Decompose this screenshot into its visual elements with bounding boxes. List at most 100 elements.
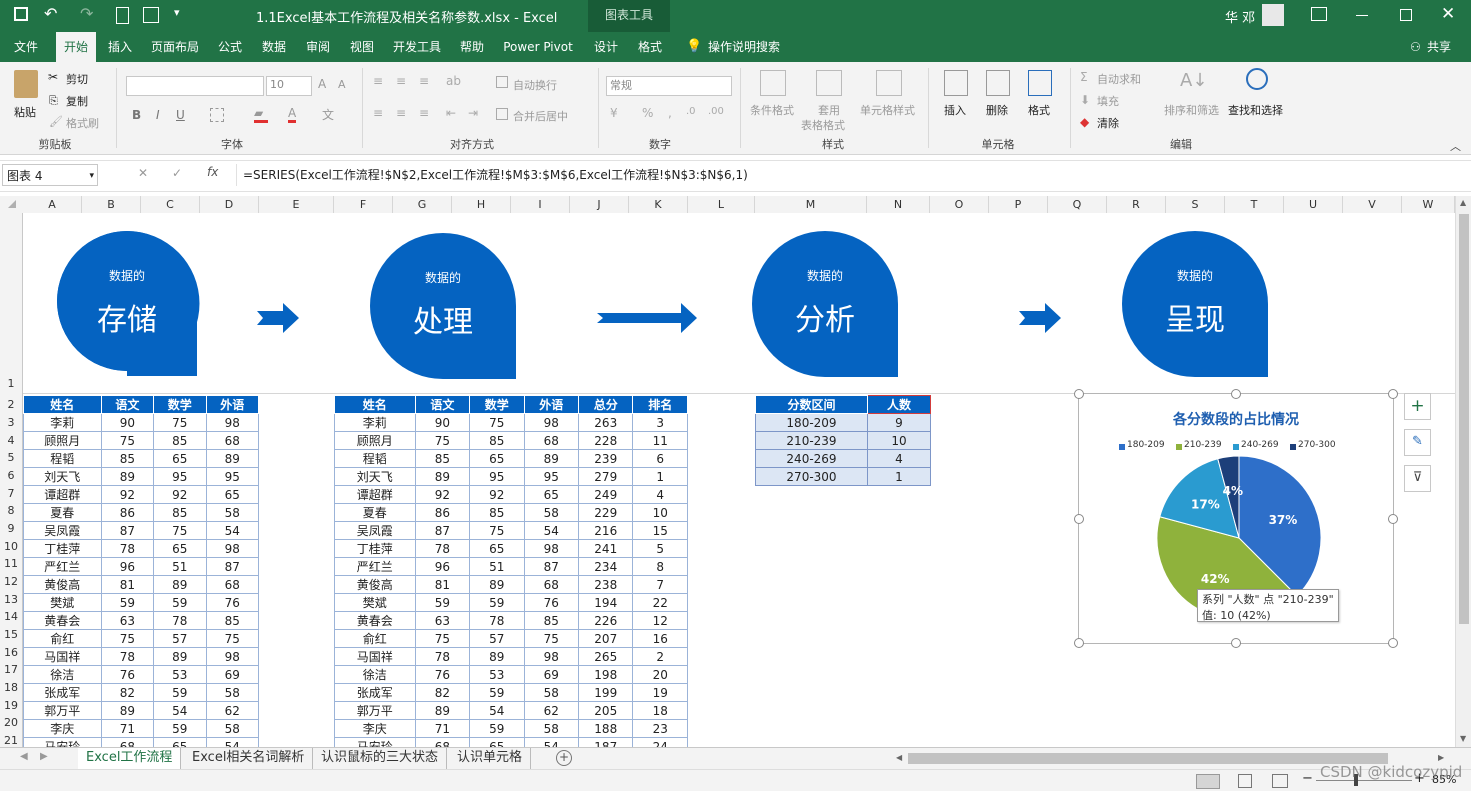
save-icon[interactable] xyxy=(14,7,28,21)
table-cell[interactable]: 黄俊高 xyxy=(334,575,416,594)
underline-button[interactable]: U xyxy=(176,108,185,122)
table-cell[interactable]: 18 xyxy=(632,701,688,720)
table-cell[interactable]: 9 xyxy=(867,413,931,432)
form-icon[interactable] xyxy=(143,7,159,23)
table-cell[interactable]: 6 xyxy=(632,449,688,468)
decrease-decimal-icon[interactable]: .00 xyxy=(708,106,724,117)
table-cell[interactable]: 58 xyxy=(523,719,580,738)
table-cell[interactable]: 59 xyxy=(153,593,207,612)
font-name-box[interactable] xyxy=(126,76,264,96)
legend-label[interactable]: 270-300 xyxy=(1298,440,1336,450)
table-cell[interactable]: 226 xyxy=(578,611,634,630)
column-header[interactable]: K xyxy=(629,196,688,213)
sheet-tab[interactable]: Excel相关名词解析 xyxy=(184,748,314,769)
table-cell[interactable]: 216 xyxy=(578,521,634,540)
table-cell[interactable]: 3 xyxy=(632,413,688,432)
tab-view[interactable]: 视图 xyxy=(342,32,382,62)
table-cell[interactable]: 89 xyxy=(469,575,525,594)
table-cell[interactable]: 59 xyxy=(153,719,207,738)
table-cell[interactable]: 吴凤霞 xyxy=(334,521,416,540)
table-cell[interactable]: 78 xyxy=(153,611,207,630)
table-cell[interactable]: 194 xyxy=(578,593,634,612)
table-cell[interactable]: 78 xyxy=(100,647,155,666)
chart-legend[interactable]: 180-209 210-239 240-269 270-300 xyxy=(1119,440,1379,454)
zoom-out-icon[interactable]: − xyxy=(1302,771,1313,786)
table-cell[interactable]: 98 xyxy=(205,413,260,432)
table-cell[interactable]: 65 xyxy=(469,449,525,468)
table-cell[interactable]: 程韬 xyxy=(334,449,416,468)
name-box[interactable]: 图表 4 ▾ xyxy=(2,164,98,186)
tab-help[interactable]: 帮助 xyxy=(452,32,492,62)
table-cell[interactable]: 90 xyxy=(100,413,155,432)
row-header[interactable]: 16 xyxy=(0,644,22,662)
table-cell[interactable]: 263 xyxy=(578,413,634,432)
table-cell[interactable]: 89 xyxy=(414,701,471,720)
table-cell[interactable]: 俞红 xyxy=(23,629,102,648)
table-cell[interactable]: 1 xyxy=(632,467,688,486)
table-cell[interactable]: 58 xyxy=(523,503,580,522)
table-cell[interactable]: 54 xyxy=(523,521,580,540)
table-cell[interactable]: 51 xyxy=(153,557,207,576)
align-middle-icon[interactable]: ≡ xyxy=(396,74,406,88)
table-cell[interactable]: 12 xyxy=(632,611,688,630)
copy-icon[interactable]: ⎘ xyxy=(49,94,58,108)
table-cell[interactable]: 85 xyxy=(153,431,207,450)
header-chinese[interactable]: 语文 xyxy=(100,395,155,414)
table-cell[interactable]: 68 xyxy=(523,431,580,450)
table-cell[interactable]: 240-269 xyxy=(755,449,868,468)
table-cell[interactable]: 71 xyxy=(414,719,471,738)
format-cells-icon[interactable] xyxy=(1028,70,1052,96)
table-cell[interactable]: 75 xyxy=(100,629,155,648)
table-cell[interactable]: 249 xyxy=(578,485,634,504)
border-icon[interactable] xyxy=(210,108,224,122)
table-cell[interactable]: 75 xyxy=(153,413,207,432)
table-cell[interactable]: 顾照月 xyxy=(23,431,102,450)
resize-handle[interactable] xyxy=(1231,638,1241,648)
table-cell[interactable]: 68 xyxy=(205,575,260,594)
table-cell[interactable]: 279 xyxy=(578,467,634,486)
table-cell[interactable]: 85 xyxy=(523,611,580,630)
column-header[interactable]: D xyxy=(200,196,259,213)
table-cell[interactable]: 丁桂萍 xyxy=(334,539,416,558)
table-cell[interactable]: 229 xyxy=(578,503,634,522)
table-cell[interactable]: 黄春会 xyxy=(23,611,102,630)
conditional-format-icon[interactable] xyxy=(760,70,786,96)
column-header[interactable]: H xyxy=(452,196,511,213)
hscroll-left-icon[interactable]: ◀ xyxy=(896,753,902,762)
table-cell[interactable]: 89 xyxy=(205,449,260,468)
decrease-indent-icon[interactable]: ⇤ xyxy=(446,106,456,120)
table-cell[interactable]: 54 xyxy=(205,737,260,747)
row-header[interactable]: 18 xyxy=(0,679,22,697)
worksheet[interactable]: 数据的 存储 数据的 处理 数据的 分析 数据的 呈现 姓名 语文 数学 外语 … xyxy=(23,213,1455,747)
table-cell[interactable]: 李庆 xyxy=(334,719,416,738)
insert-cells-icon[interactable] xyxy=(944,70,968,96)
header-rank[interactable]: 排名 xyxy=(632,395,688,414)
tab-data[interactable]: 数据 xyxy=(254,32,294,62)
comma-icon[interactable]: , xyxy=(668,106,672,120)
table-cell[interactable]: 270-300 xyxy=(755,467,868,486)
table-cell[interactable]: 20 xyxy=(632,665,688,684)
table-cell[interactable]: 65 xyxy=(153,539,207,558)
increase-decimal-icon[interactable]: .0 xyxy=(686,106,696,117)
table-cell[interactable]: 程韬 xyxy=(23,449,102,468)
table-cell[interactable]: 78 xyxy=(414,647,471,666)
cancel-icon[interactable]: ✕ xyxy=(138,166,148,180)
enter-icon[interactable]: ✓ xyxy=(172,166,182,180)
page-break-view-icon[interactable] xyxy=(1272,774,1288,788)
row-header[interactable]: 11 xyxy=(0,555,22,573)
header-english[interactable]: 外语 xyxy=(205,395,260,414)
paste-button[interactable]: 粘贴 xyxy=(14,104,36,120)
close-icon[interactable]: ✕ xyxy=(1441,4,1455,24)
table-cell[interactable]: 87 xyxy=(414,521,471,540)
table-cell[interactable]: 4 xyxy=(867,449,931,468)
tab-design[interactable]: 设计 xyxy=(588,32,624,62)
table-cell[interactable]: 10 xyxy=(632,503,688,522)
table-cell[interactable]: 75 xyxy=(469,521,525,540)
table-cell[interactable]: 63 xyxy=(100,611,155,630)
clear-button[interactable]: 清除 xyxy=(1097,115,1119,131)
row-header[interactable]: 9 xyxy=(0,520,22,538)
chevron-down-icon[interactable]: ▾ xyxy=(89,165,94,187)
column-header[interactable]: A xyxy=(23,196,82,213)
table-cell[interactable]: 59 xyxy=(414,593,471,612)
cut-button[interactable]: 剪切 xyxy=(66,71,88,87)
